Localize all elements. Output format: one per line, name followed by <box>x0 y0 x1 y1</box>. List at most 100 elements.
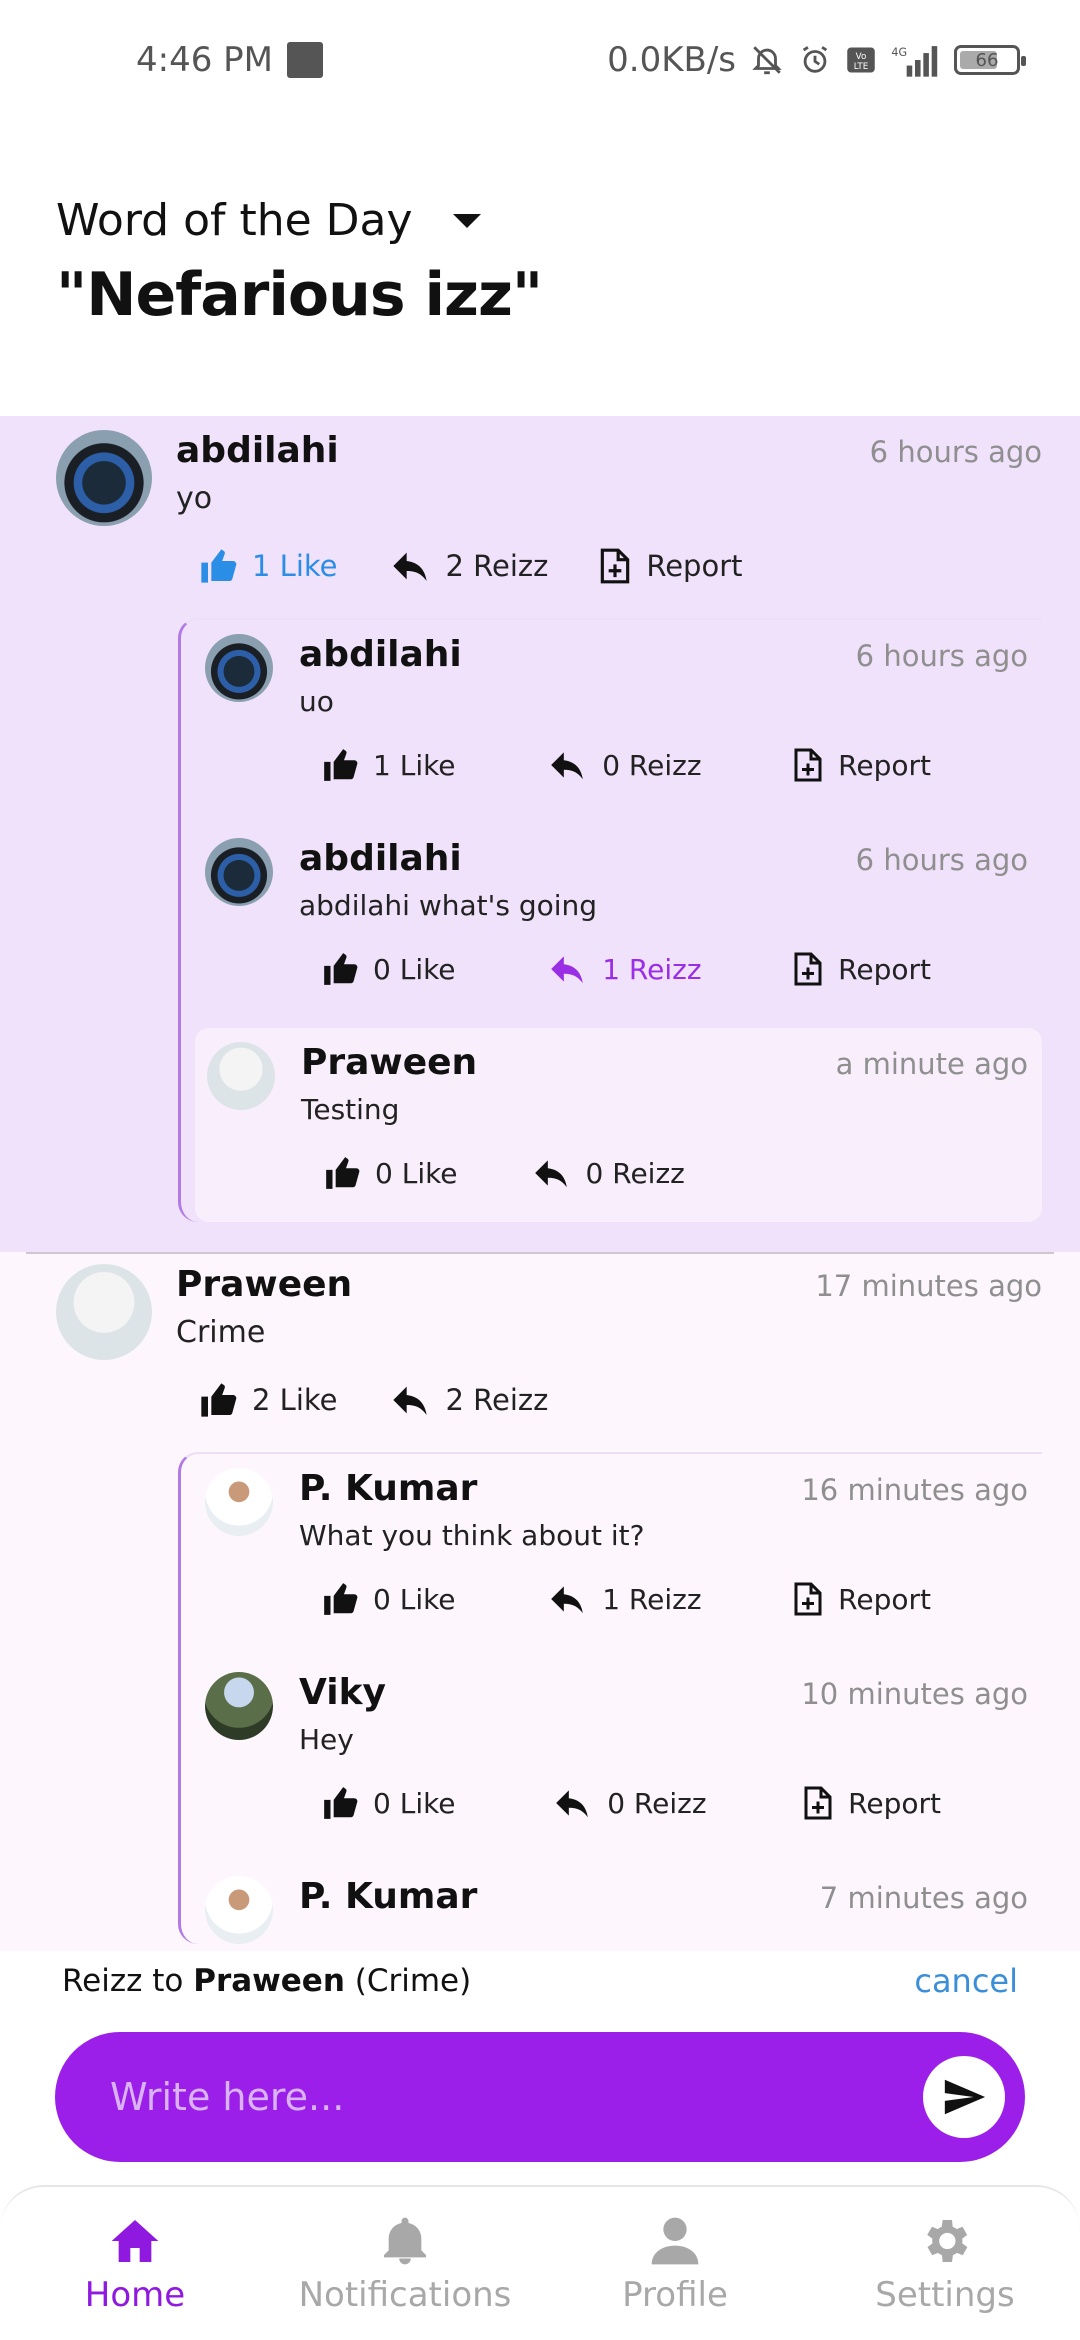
report-label: Report <box>838 952 931 986</box>
reply-icon <box>551 1586 584 1614</box>
like-button[interactable]: 0 Like <box>321 1784 456 1822</box>
comment-feed[interactable]: abdilahi 6 hours ago yo 1 Like 2 Reizz R… <box>0 416 1080 1951</box>
svg-text:LTE: LTE <box>854 62 869 72</box>
reply-icon <box>551 956 584 984</box>
comment-input[interactable]: Write here... <box>110 2075 344 2119</box>
report-file-icon <box>794 952 822 986</box>
nav-settings-label: Settings <box>875 2274 1015 2315</box>
volte-icon: Vo LTE <box>846 45 876 75</box>
report-file-icon <box>804 1786 832 1820</box>
reply-selected: Praween a minute ago Testing 0 Like 0 Re… <box>195 1028 1042 1222</box>
word-title: "Nefarious izz" <box>56 260 543 330</box>
avatar[interactable] <box>205 1672 273 1740</box>
svg-text:Vo: Vo <box>856 52 867 62</box>
status-time: 4:46 PM <box>136 40 273 80</box>
reply-time: a minute ago <box>835 1047 1028 1081</box>
reply-author[interactable]: Viky <box>299 1672 386 1713</box>
status-right: 0.0KB/s Vo LTE 4G 66 <box>607 40 1026 80</box>
avatar[interactable] <box>205 634 273 702</box>
like-count: 1 Like <box>252 549 338 583</box>
comment-text: yo <box>176 481 213 516</box>
reizz-count: 0 Reizz <box>602 748 702 782</box>
reply: abdilahi 6 hours ago abdilahi what's goi… <box>181 784 1042 988</box>
send-icon <box>944 2079 986 2115</box>
reply-to-prefix: Reizz to <box>62 1963 184 1999</box>
bottom-nav: Home Notifications Profile Settings <box>0 2185 1080 2340</box>
nav-settings[interactable]: Settings <box>810 2213 1080 2315</box>
nav-notifications[interactable]: Notifications <box>270 2213 540 2315</box>
avatar[interactable] <box>205 1468 273 1536</box>
reply-icon <box>392 1386 427 1415</box>
report-button[interactable]: Report <box>598 547 743 585</box>
page-header: Word of the Day "Nefarious izz" <box>56 195 543 330</box>
reizz-button[interactable]: 2 Reizz <box>388 1380 548 1420</box>
report-button[interactable]: Report <box>792 747 931 783</box>
nav-home[interactable]: Home <box>0 2213 270 2315</box>
reizz-button[interactable]: 0 Reizz <box>530 1154 685 1192</box>
thumbs-up-icon <box>324 1787 358 1819</box>
nav-notifications-label: Notifications <box>298 2274 512 2315</box>
comment-thread: abdilahi 6 hours ago yo 1 Like 2 Reizz R… <box>0 416 1080 1252</box>
screen-record-icon <box>287 42 323 78</box>
reizz-button[interactable]: 1 Reizz <box>546 1580 702 1618</box>
reply-icon <box>556 1790 589 1818</box>
avatar[interactable] <box>205 838 273 906</box>
reply-to-comment: (Crime) <box>354 1963 472 1999</box>
cancel-reply-button[interactable]: cancel <box>914 1962 1018 2000</box>
like-button[interactable]: 2 Like <box>198 1380 338 1420</box>
reply-time: 10 minutes ago <box>801 1677 1028 1711</box>
avatar[interactable] <box>205 1876 273 1944</box>
reply-to-bar: Reizz to Praween (Crime) cancel <box>62 1962 1018 2000</box>
network-type-label: 4G <box>891 46 907 59</box>
report-label: Report <box>848 1786 941 1820</box>
report-button[interactable]: Report <box>802 1785 941 1821</box>
reizz-button[interactable]: 0 Reizz <box>546 746 702 784</box>
reply-author[interactable]: Praween <box>301 1042 477 1083</box>
nav-home-label: Home <box>84 2274 186 2315</box>
reply-author[interactable]: abdilahi <box>299 634 462 675</box>
reizz-button[interactable]: 0 Reizz <box>551 1784 707 1822</box>
reply-author[interactable]: P. Kumar <box>299 1468 477 1509</box>
reply-time: 7 minutes ago <box>819 1881 1028 1915</box>
report-button[interactable]: Report <box>792 1581 931 1617</box>
like-count: 2 Like <box>252 1383 338 1417</box>
reizz-count: 0 Reizz <box>585 1156 685 1190</box>
report-button[interactable]: Report <box>792 951 931 987</box>
like-button[interactable]: 1 Like <box>198 546 338 586</box>
like-button[interactable]: 0 Like <box>323 1154 458 1192</box>
chevron-down-icon[interactable] <box>452 213 481 228</box>
reply-to-name: Praween <box>193 1963 345 1999</box>
report-label: Report <box>646 549 743 583</box>
reply-list: abdilahi 6 hours ago uo 1 Like 0 Reizz R… <box>178 618 1042 1222</box>
like-button[interactable]: 1 Like <box>321 746 456 784</box>
like-button[interactable]: 0 Like <box>321 1580 456 1618</box>
avatar[interactable] <box>56 430 152 526</box>
word-of-day-label: Word of the Day <box>56 195 413 246</box>
word-of-day-dropdown[interactable]: Word of the Day <box>56 195 542 246</box>
nav-profile[interactable]: Profile <box>540 2213 810 2315</box>
comment-time: 17 minutes ago <box>815 1269 1042 1303</box>
comment-author[interactable]: Praween <box>176 1264 352 1305</box>
thumbs-up-icon <box>201 1383 237 1417</box>
reizz-count: 0 Reizz <box>607 1786 707 1820</box>
reizz-count: 1 Reizz <box>602 952 702 986</box>
like-count: 1 Like <box>373 748 456 782</box>
avatar[interactable] <box>56 1264 152 1360</box>
bell-muted-icon <box>750 43 784 77</box>
avatar[interactable] <box>207 1042 275 1110</box>
reply-author[interactable]: P. Kumar <box>299 1876 477 1917</box>
net-speed: 0.0KB/s <box>607 40 736 80</box>
reply-icon <box>551 752 584 780</box>
reply-to-label: Reizz to Praween (Crime) <box>62 1963 471 1999</box>
battery-icon: 66 <box>954 45 1026 75</box>
reply-text: abdilahi what's going <box>299 889 598 922</box>
reply-time: 6 hours ago <box>855 843 1028 877</box>
like-count: 0 Like <box>373 952 456 986</box>
send-button[interactable] <box>923 2056 1005 2138</box>
like-count: 0 Like <box>373 1786 456 1820</box>
comment-author[interactable]: abdilahi <box>176 430 339 471</box>
reizz-button[interactable]: 1 Reizz <box>546 950 702 988</box>
like-button[interactable]: 0 Like <box>321 950 456 988</box>
reply-author[interactable]: abdilahi <box>299 838 462 879</box>
reizz-button[interactable]: 2 Reizz <box>388 546 548 586</box>
